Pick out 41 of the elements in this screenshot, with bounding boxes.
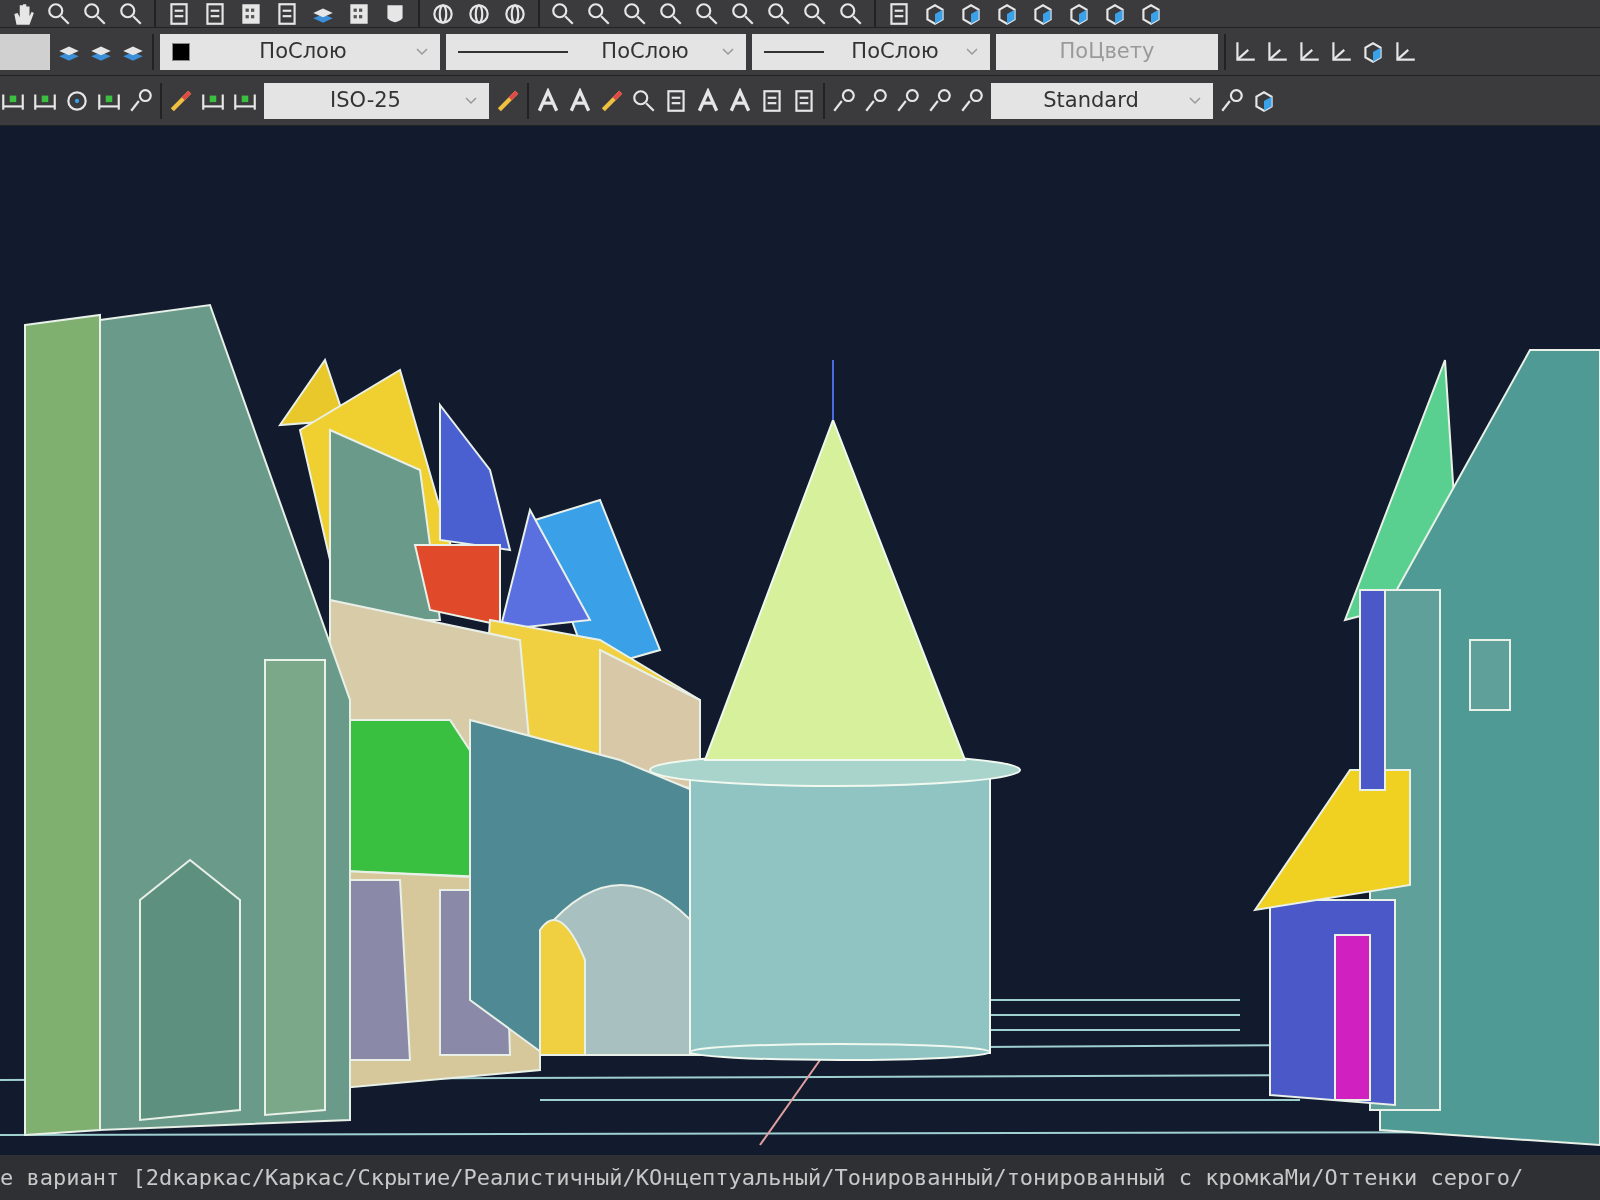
chevron-down-icon bbox=[722, 47, 734, 56]
zoom-icon[interactable] bbox=[766, 1, 792, 27]
text-style-icon[interactable] bbox=[727, 87, 753, 114]
leader-icon[interactable] bbox=[863, 87, 889, 114]
color-swatch bbox=[172, 42, 190, 61]
zoom-icon[interactable] bbox=[802, 1, 828, 27]
zoom-icon[interactable] bbox=[658, 1, 684, 27]
dropdown-field[interactable]: ПоСлою bbox=[160, 33, 440, 70]
line-sample bbox=[764, 50, 824, 53]
layer-dropdown[interactable] bbox=[0, 33, 50, 70]
chevron-down-icon bbox=[416, 47, 428, 56]
text-style-icon[interactable] bbox=[695, 87, 721, 114]
globe-icon[interactable] bbox=[430, 1, 456, 27]
leader-icon[interactable] bbox=[1219, 87, 1245, 114]
chevron-down-icon bbox=[1189, 96, 1201, 105]
zoom-icon[interactable] bbox=[622, 1, 648, 27]
zoom-icon[interactable] bbox=[586, 1, 612, 27]
chevron-down-icon bbox=[966, 47, 978, 56]
text-style-icon[interactable] bbox=[567, 87, 593, 114]
dropdown-field[interactable]: ПоСлою bbox=[446, 33, 746, 70]
globe-icon[interactable] bbox=[466, 1, 492, 27]
zoom-icon[interactable] bbox=[730, 1, 756, 27]
zoom-icon[interactable] bbox=[118, 1, 144, 27]
zoom-icon[interactable] bbox=[46, 1, 72, 27]
leader-icon[interactable] bbox=[831, 87, 857, 114]
globe-icon[interactable] bbox=[502, 1, 528, 27]
chevron-down-icon bbox=[465, 96, 477, 105]
zoom-icon[interactable] bbox=[838, 1, 864, 27]
zoom-icon[interactable] bbox=[550, 1, 576, 27]
dropdown-field[interactable]: ПоСлою bbox=[752, 33, 990, 70]
leader-icon[interactable] bbox=[959, 87, 985, 114]
command-line-text: е вариант [2dкаркас/Каркас/Скрытие/Реалистичный/КОнцептуальный/Тонированный/тонированный с кромкаМи/Оттенки серого/ bbox=[0, 1164, 1524, 1192]
zoom-icon[interactable] bbox=[694, 1, 720, 27]
leader-icon[interactable] bbox=[927, 87, 953, 114]
dropdown-field[interactable]: Standard bbox=[991, 82, 1213, 119]
zoom-icon[interactable] bbox=[631, 87, 657, 114]
zoom-icon[interactable] bbox=[82, 1, 108, 27]
leader-icon[interactable] bbox=[128, 87, 154, 114]
leader-icon[interactable] bbox=[895, 87, 921, 114]
text-style-icon[interactable] bbox=[535, 87, 561, 114]
dropdown-field[interactable]: ISO-25 bbox=[264, 82, 489, 119]
